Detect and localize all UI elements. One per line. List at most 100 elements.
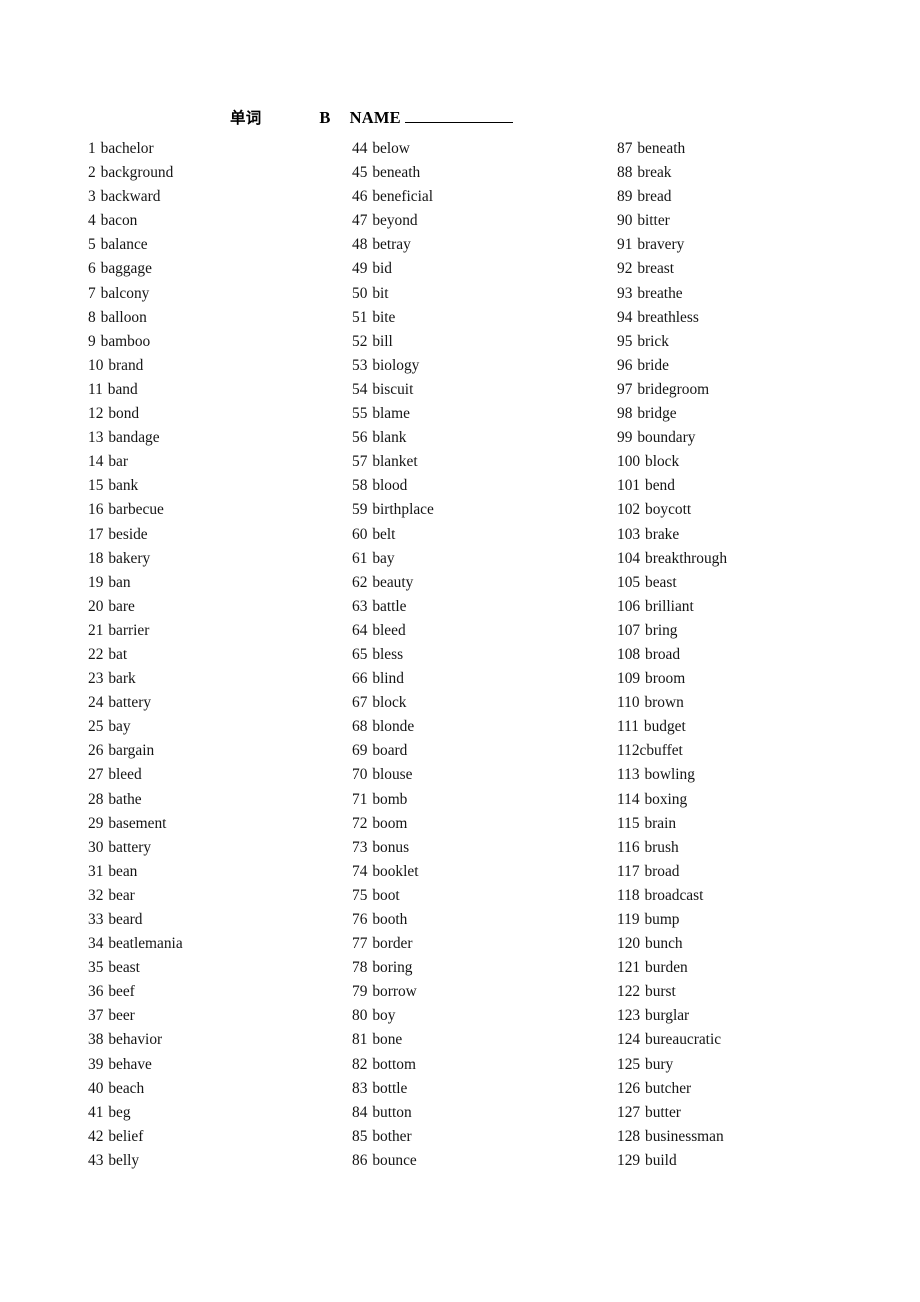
word-entry-text: belief	[108, 1127, 144, 1145]
word-entry-text: bravery	[637, 236, 685, 254]
word-entry: 34 beatlemania	[88, 932, 338, 956]
word-entry-text: bridegroom	[637, 380, 710, 398]
word-entry-number: 15	[88, 477, 104, 495]
word-entry-text: boundary	[637, 429, 696, 447]
word-entry: 18 bakery	[88, 547, 338, 571]
word-entry: 43 belly	[88, 1149, 338, 1173]
word-entry-text: bowling	[644, 766, 695, 784]
word-entry-text: blanket	[372, 453, 418, 471]
word-entry: 89 bread	[617, 185, 877, 209]
word-entry: 126 butcher	[617, 1077, 877, 1101]
word-entry-text: battle	[372, 597, 407, 615]
word-entry: 75 boot	[352, 884, 602, 908]
word-entry-text: bump	[644, 911, 680, 928]
word-entry-number: 117	[617, 862, 640, 880]
word-entry-number: 57	[352, 453, 368, 471]
word-entry-text: borrow	[372, 983, 417, 1001]
word-entry-number: 31	[88, 862, 104, 880]
word-entry-number: 94	[617, 308, 633, 326]
word-entry-text: bay	[108, 718, 131, 736]
word-column-2: 44 below 45 beneath 46 beneficial 47 beyond 48 be…	[352, 137, 602, 1173]
word-entry-number: 95	[617, 332, 633, 350]
word-entry: 80 boy	[352, 1004, 602, 1028]
word-entry-number: 5	[88, 236, 96, 254]
word-entry-text: breast	[637, 260, 675, 278]
word-entry-number: 116	[617, 838, 640, 856]
word-entry: 16 barbecue	[88, 498, 338, 522]
word-entry: 116 brush	[617, 836, 877, 860]
word-entry: 122 burst	[617, 980, 877, 1004]
word-entry-number: 22	[88, 645, 104, 663]
word-entry-text: boring	[372, 959, 413, 977]
word-entry-number: 12	[88, 405, 104, 423]
word-entry-number: 120	[617, 935, 641, 953]
word-entry-text: beast	[108, 959, 140, 977]
word-entry-number: 125	[617, 1055, 641, 1073]
word-entry-number: 43	[88, 1151, 104, 1169]
word-entry: 36 beef	[88, 980, 338, 1004]
word-entry-number: 1	[88, 140, 96, 157]
word-entry: 117 broad	[617, 860, 877, 884]
word-entry: 123 burglar	[617, 1004, 877, 1028]
word-entry-number: 102	[617, 501, 641, 519]
word-entry: 41 beg	[88, 1101, 338, 1125]
word-entry-number: 30	[88, 838, 104, 856]
word-entry-text: breathe	[637, 284, 683, 302]
name-field-label: NAME	[349, 108, 401, 127]
word-entry-number: 91	[617, 236, 633, 254]
word-entry-text: bounce	[372, 1151, 417, 1169]
word-entry-text: bottom	[372, 1055, 416, 1073]
word-entry-number: 9	[88, 332, 96, 350]
word-entry: 69 board	[352, 739, 602, 763]
word-entry: 50 bit	[352, 282, 602, 306]
word-entry-number: 44	[352, 140, 368, 157]
word-entry: 101 bend	[617, 474, 877, 498]
word-entry: 9 bamboo	[88, 330, 338, 354]
word-entry-text: bark	[108, 670, 136, 688]
word-entry-text: butter	[645, 1103, 681, 1121]
word-entry: 109 broom	[617, 667, 877, 691]
word-entry-number: 63	[352, 597, 368, 615]
word-entry-number: 38	[88, 1031, 104, 1049]
word-entry: 29 basement	[88, 812, 338, 836]
word-entry-number: 88	[617, 164, 633, 182]
word-entry-number: 107	[617, 621, 641, 639]
word-entry-text: burden	[645, 959, 688, 977]
word-entry: 81 bone	[352, 1028, 602, 1052]
word-entry-number: 46	[352, 188, 368, 206]
word-entry-number: 108	[617, 645, 641, 663]
page-title-chinese: 单词	[230, 109, 262, 127]
word-entry: 129 build	[617, 1149, 877, 1173]
word-entry: 47 beyond	[352, 209, 602, 233]
word-entry-number: 62	[352, 573, 368, 591]
word-entry-text: battery	[108, 694, 152, 712]
word-entry: 113 bowling	[617, 763, 877, 787]
word-entry-number: 89	[617, 188, 633, 206]
word-entry: 67 block	[352, 691, 602, 715]
word-entry: 57 blanket	[352, 450, 602, 474]
word-entry-number: 72	[352, 814, 368, 832]
word-entry-number: 129	[617, 1151, 641, 1169]
word-entry-number: 77	[352, 935, 368, 953]
name-input-blank[interactable]	[404, 109, 513, 123]
word-entry-number: 84	[352, 1103, 368, 1121]
word-entry-number: 26	[88, 742, 104, 760]
word-entry-number: 78	[352, 959, 368, 977]
word-entry-number: 64	[352, 621, 368, 639]
word-entry-text: blind	[372, 670, 404, 688]
word-entry-text: bone	[372, 1031, 403, 1049]
word-entry-number: 36	[88, 983, 104, 1001]
word-entry-text: background	[100, 164, 174, 182]
word-entry-text: brown	[644, 694, 684, 712]
word-entry-number: 101	[617, 477, 641, 495]
word-entry-number: 24	[88, 694, 104, 712]
word-entry: 73 bonus	[352, 836, 602, 860]
word-entry-number: 111	[617, 718, 639, 736]
word-entry-number: 118	[617, 886, 640, 904]
word-entry-text: below	[372, 140, 410, 157]
word-entry: 58 blood	[352, 474, 602, 498]
word-entry: 21 barrier	[88, 619, 338, 643]
word-entry-text: bakery	[108, 549, 151, 567]
word-entry: 27 bleed	[88, 763, 338, 787]
word-entry-number: 73	[352, 838, 368, 856]
